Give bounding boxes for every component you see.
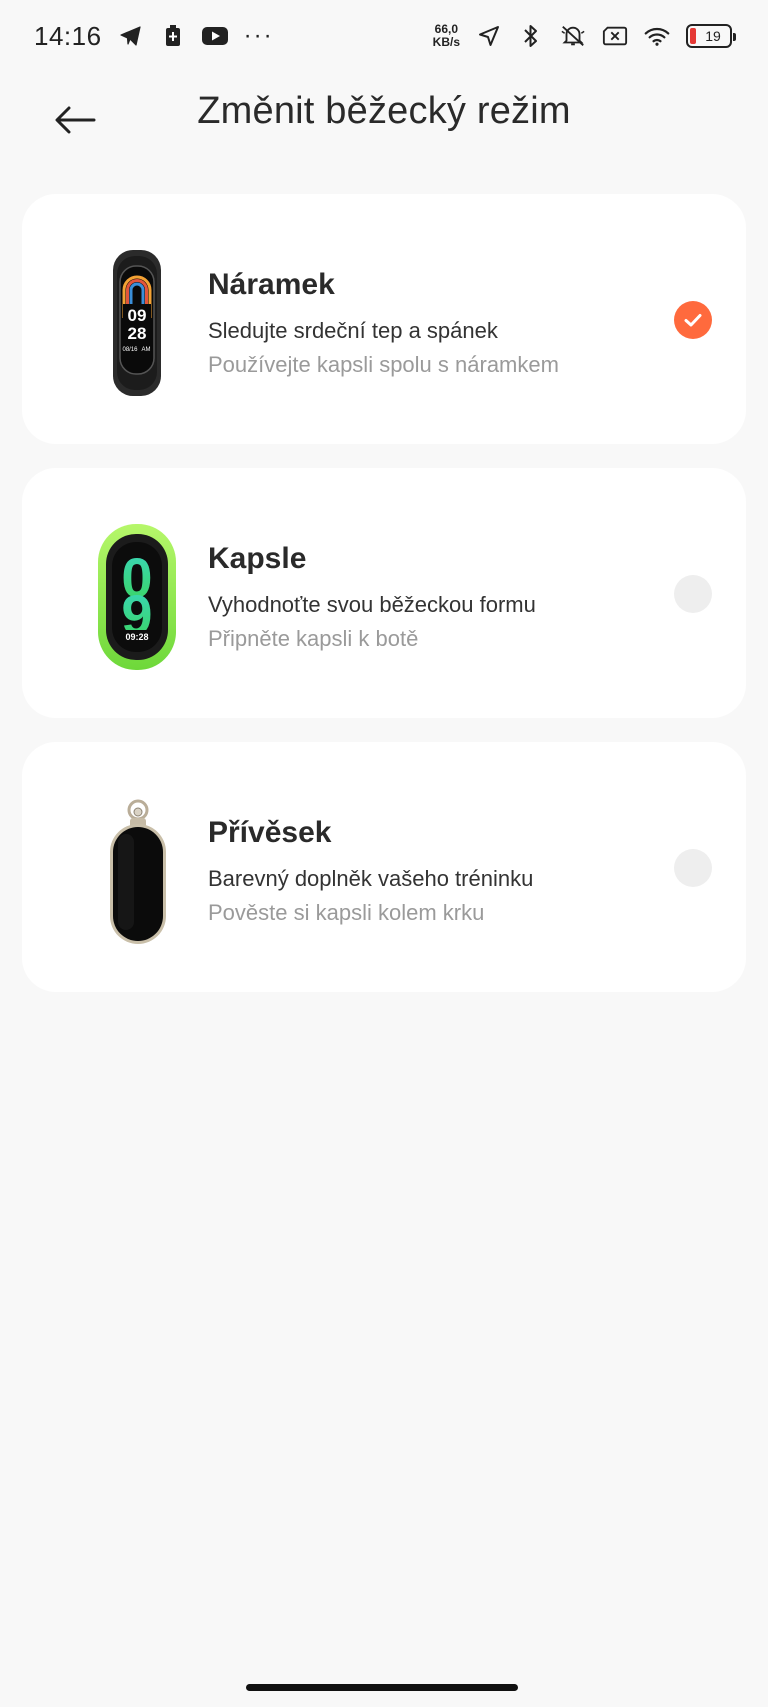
option-title: Kapsle <box>208 542 307 575</box>
network-speed-unit: KB/s <box>432 35 460 49</box>
option-text-band: Náramek Sledujte srdeční tep a spánek Po… <box>208 268 559 378</box>
option-card-capsule[interactable]: 0 9 09:28 Kapsle Vyhodnoťte svou běžecko… <box>22 468 746 718</box>
battery-icon: 19 <box>686 24 736 48</box>
telegram-icon <box>118 23 144 49</box>
option-title: Náramek <box>208 268 335 301</box>
option-hint: Používejte kapsli spolu s náramkem <box>208 352 559 377</box>
capsule-image: 0 9 09:28 <box>62 522 212 672</box>
option-text-pendant: Přívěsek Barevný doplněk vašeho tréninku… <box>208 816 533 926</box>
radio-unselected-capsule[interactable] <box>674 575 712 613</box>
band-ampm: AM <box>142 347 151 353</box>
network-speed: 66,0 KB/s <box>433 23 460 49</box>
location-icon <box>476 23 502 49</box>
battery-saver-icon <box>160 23 186 49</box>
no-sim-icon <box>602 23 628 49</box>
status-bar: 14:16 ··· 66,0 KB/s 19 <box>0 0 768 72</box>
checkmark-icon <box>684 314 702 327</box>
bluetooth-icon <box>518 23 544 49</box>
option-card-band[interactable]: 09 28 08/16 AM Náramek Sledujte srdeční … <box>22 194 746 444</box>
option-hint: Připněte kapsli k botě <box>208 626 419 651</box>
radio-unselected-pendant[interactable] <box>674 849 712 887</box>
option-card-pendant[interactable]: Přívěsek Barevný doplněk vašeho tréninku… <box>22 742 746 992</box>
pendant-image <box>62 796 212 946</box>
home-indicator[interactable] <box>246 1684 518 1691</box>
band-image: 09 28 08/16 AM <box>62 248 212 398</box>
status-left: 14:16 ··· <box>34 21 274 52</box>
battery-fill <box>690 28 696 44</box>
youtube-icon <box>201 23 228 49</box>
wifi-icon <box>644 23 670 49</box>
status-time: 14:16 <box>34 20 102 51</box>
option-description: Barevný doplněk vašeho tréninku <box>208 866 534 891</box>
option-title: Přívěsek <box>208 816 332 849</box>
capsule-time: 09:28 <box>125 632 148 642</box>
band-date: 08/16 <box>122 347 138 353</box>
status-right: 66,0 KB/s 19 <box>433 23 736 49</box>
header: Změnit běžecký režim <box>0 80 768 160</box>
band-minutes: 28 <box>128 324 147 343</box>
page-title: Změnit běžecký režim <box>197 90 571 132</box>
band-hours: 09 <box>128 306 147 325</box>
option-description: Vyhodnoťte svou běžeckou formu <box>208 592 536 617</box>
radio-selected-band[interactable] <box>674 301 712 339</box>
option-hint: Pověste si kapsli kolem krku <box>208 900 485 925</box>
option-description: Sledujte srdeční tep a spánek <box>208 318 498 343</box>
battery-level: 19 <box>705 28 721 44</box>
more-dots-icon: ··· <box>243 22 274 49</box>
mute-icon <box>560 23 586 49</box>
option-text-capsule: Kapsle Vyhodnoťte svou běžeckou formu Př… <box>208 542 536 652</box>
